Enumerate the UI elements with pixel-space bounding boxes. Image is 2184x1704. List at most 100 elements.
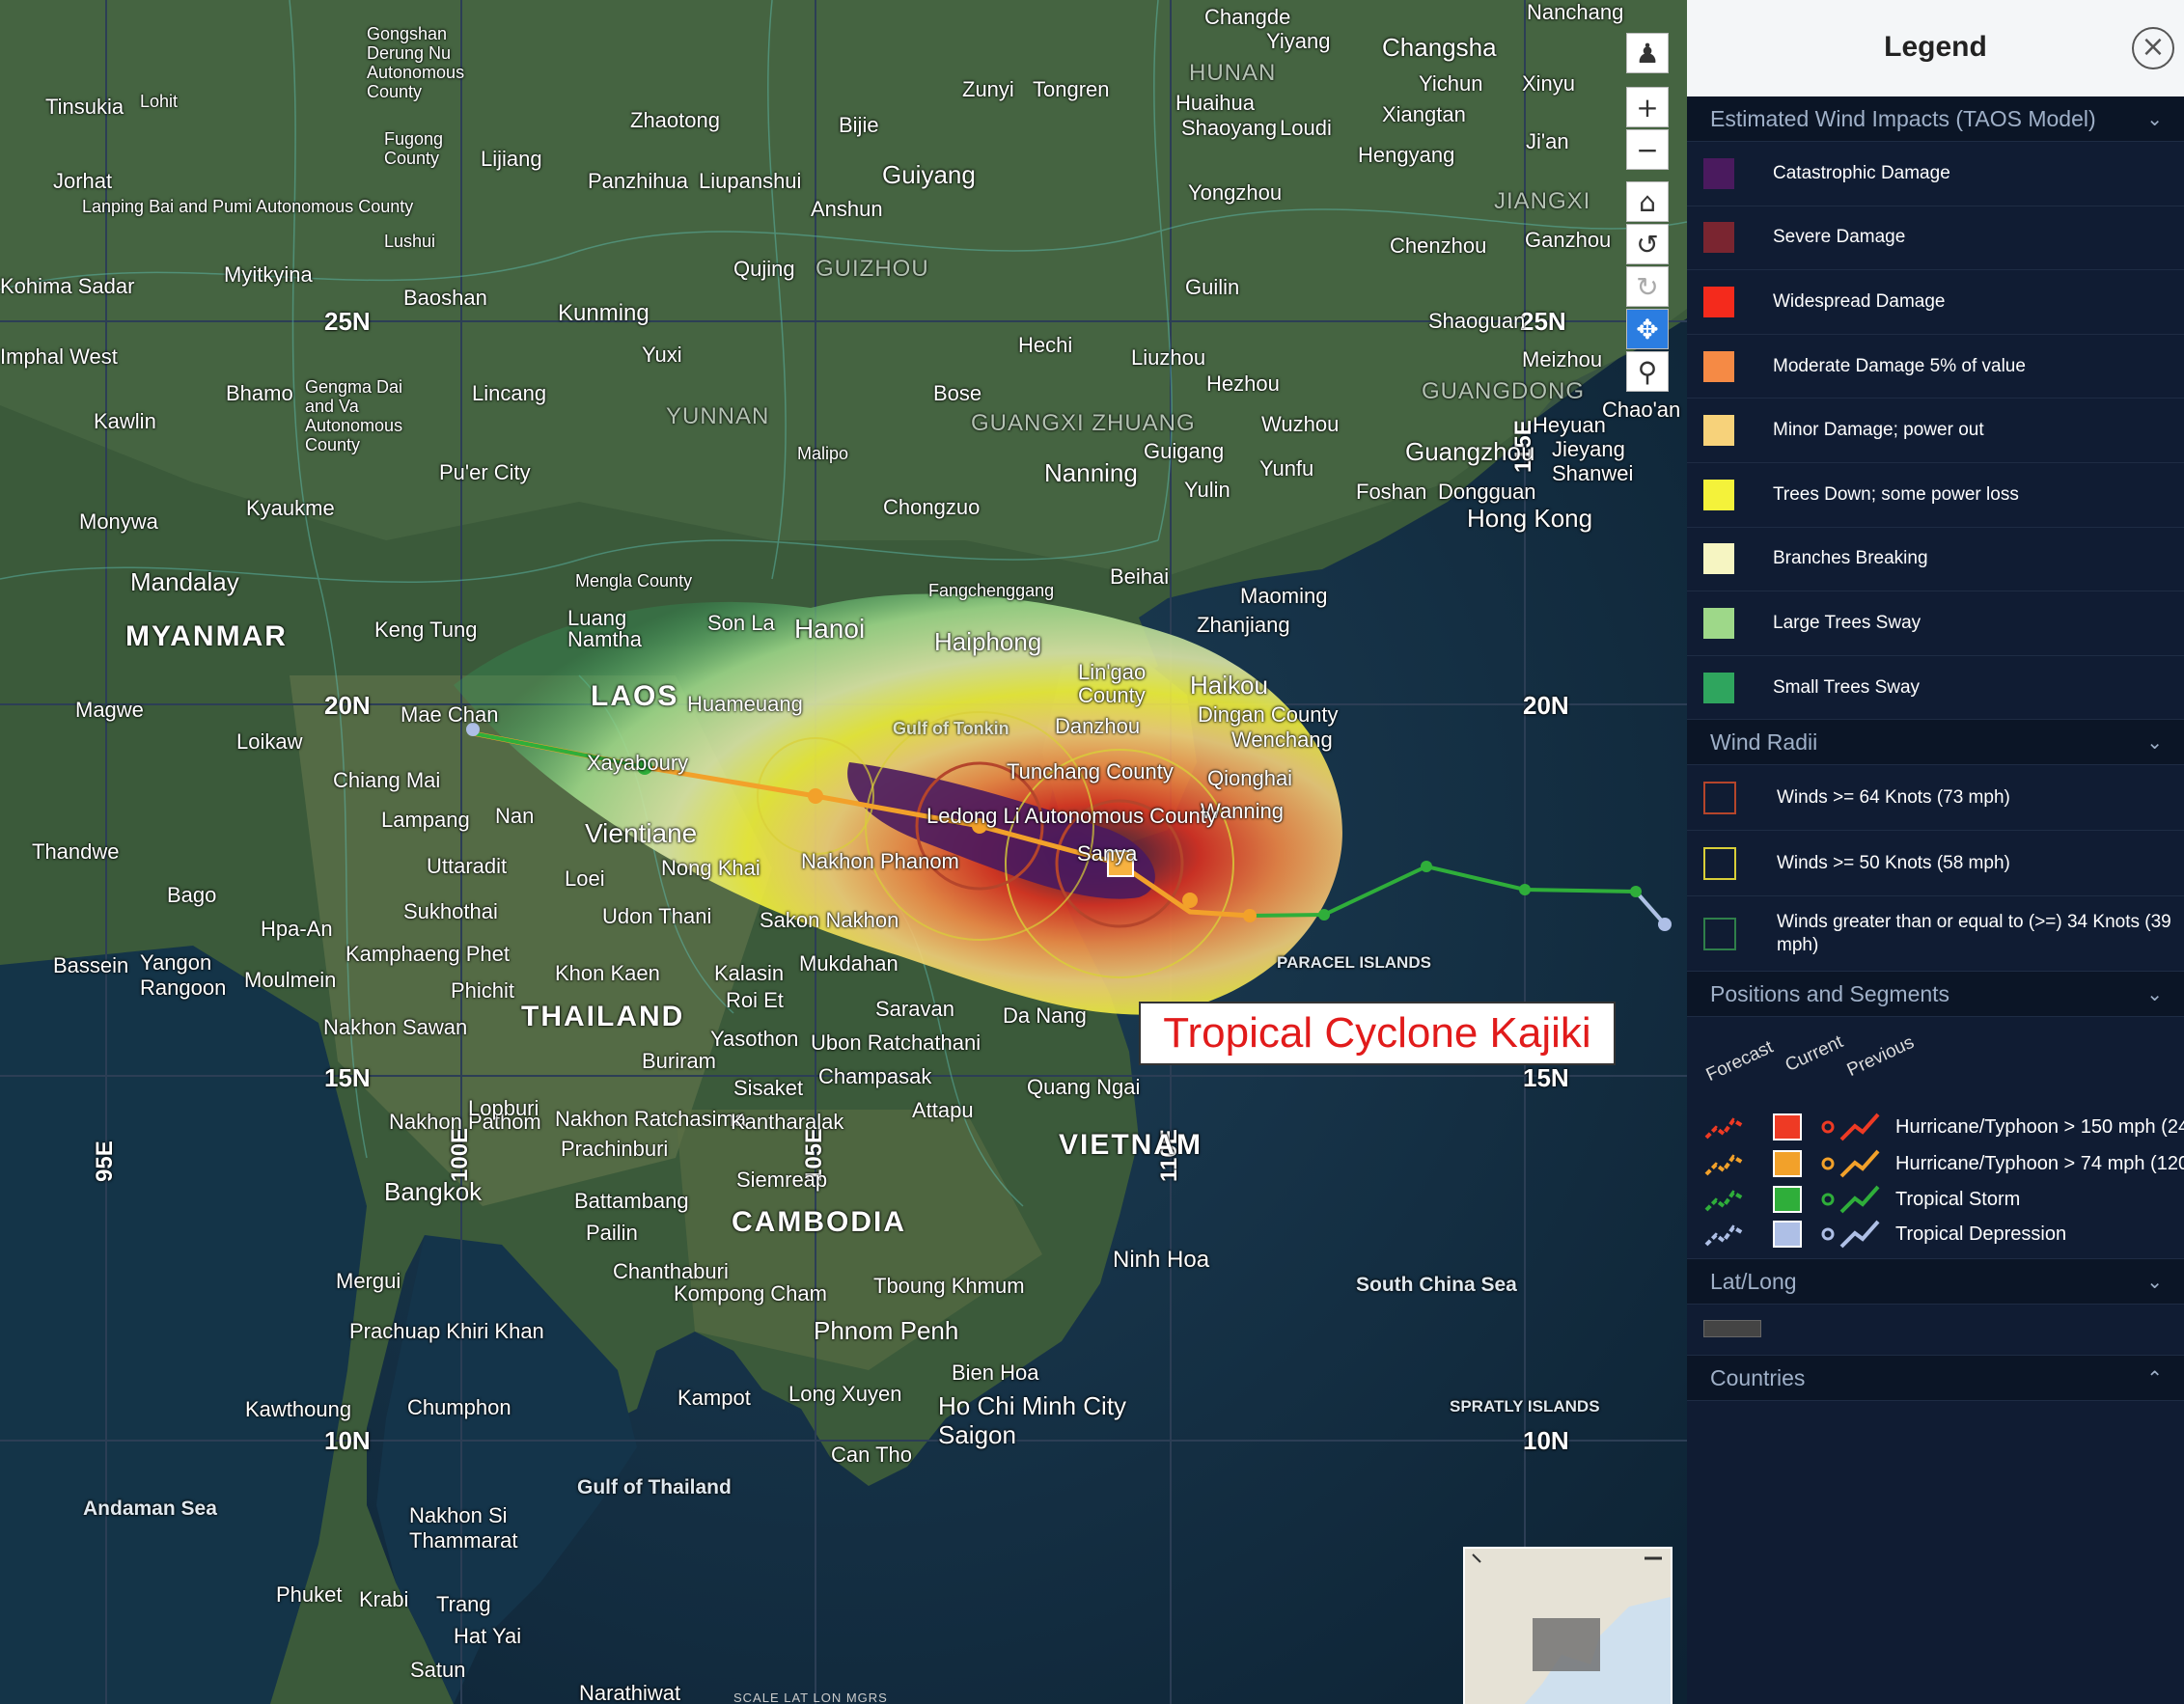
radius-swatch <box>1703 781 1736 814</box>
magnify-icon[interactable]: ⚲ <box>1626 351 1669 392</box>
city-label: Panzhihua <box>588 169 688 193</box>
city-label: Changde <box>1204 5 1291 29</box>
city-label: Nakhon Sawan <box>323 1015 468 1039</box>
pegman-icon[interactable]: ♟ <box>1626 33 1669 73</box>
city-label: Qionghai <box>1207 766 1293 790</box>
legend-item-label: Moderate Damage 5% of value <box>1773 355 2026 376</box>
section-countries[interactable]: Countries ⌃ <box>1687 1356 2184 1402</box>
rotate-left-icon[interactable]: ↺ <box>1626 224 1669 264</box>
city-label: Chiang Mai <box>333 768 441 792</box>
position-symbols <box>1704 1150 1880 1178</box>
city-label: Liupanshui <box>699 169 802 193</box>
city-label: Hpa-An <box>261 917 333 941</box>
previous-point-symbol <box>1821 1227 1835 1241</box>
map-view[interactable]: 25N 25N 20N 20N 15N 15N 10N 10N 95E 100E… <box>0 0 1687 1704</box>
home-icon[interactable]: ⌂ <box>1626 181 1669 222</box>
city-label: Bhamo <box>226 381 293 405</box>
grid-label-10n: 10N <box>324 1426 371 1455</box>
city-label: Shanwei <box>1552 461 1634 485</box>
city-label: Tinsukia <box>45 95 124 119</box>
chevron-down-icon: ⌄ <box>2146 1270 2163 1294</box>
section-positions[interactable]: Positions and Segments ⌄ <box>1687 972 2184 1018</box>
city-label: Jorhat <box>53 169 113 193</box>
city-label: Yichun <box>1419 71 1483 96</box>
city-label: Mae Chan <box>401 702 499 727</box>
city-label: Champasak <box>818 1064 932 1088</box>
sea-label: Gulf of Thailand <box>577 1476 732 1498</box>
legend-item: Minor Damage; power out <box>1687 399 2184 463</box>
previous-point-symbol <box>1821 1193 1835 1206</box>
city-label: Prachuap Khiri Khan <box>349 1319 544 1343</box>
forecast-symbol <box>1704 1224 1745 1247</box>
pan-icon[interactable]: ✥ <box>1626 309 1669 349</box>
city-label: Can Tho <box>831 1443 912 1467</box>
city-label: Vientiane <box>585 818 698 848</box>
city-label: Changsha <box>1382 33 1497 62</box>
city-label: Pailin <box>586 1221 638 1245</box>
city-label: Bago <box>167 883 217 907</box>
city-label: Jieyang <box>1552 437 1625 461</box>
color-swatch <box>1703 286 1734 317</box>
forecast-symbol <box>1704 1117 1745 1140</box>
chevron-down-icon: ⌄ <box>2146 107 2163 130</box>
city-label: Bangkok <box>384 1177 483 1206</box>
city-label: Nong Khai <box>661 856 760 880</box>
city-label: Fugong County <box>384 129 444 168</box>
section-latlong[interactable]: Lat/Long ⌄ <box>1687 1259 2184 1305</box>
city-label: Kompong Cham <box>674 1281 827 1305</box>
city-label: Thandwe <box>32 839 120 864</box>
city-label: Xayaboury <box>587 751 689 775</box>
city-label: Keng Tung <box>374 618 478 642</box>
column-header: Forecast <box>1702 1037 1777 1086</box>
city-label: Uttaradit <box>427 854 508 878</box>
previous-point-symbol <box>1821 1157 1835 1170</box>
city-label: Nanning <box>1044 458 1138 487</box>
close-icon[interactable]: × <box>2132 27 2174 69</box>
zoom-out-icon[interactable]: − <box>1626 129 1669 170</box>
city-label: Foshan <box>1356 480 1427 504</box>
city-label: Haiphong <box>934 627 1042 656</box>
city-label: Hezhou <box>1206 371 1280 396</box>
zoom-in-icon[interactable]: + <box>1626 87 1669 127</box>
city-label: Chao'an <box>1602 398 1681 422</box>
city-label: Phichit <box>451 978 515 1003</box>
overview-minimap[interactable] <box>1463 1547 1673 1704</box>
rotate-right-icon[interactable]: ↻ <box>1626 266 1669 307</box>
section-wind-radii[interactable]: Wind Radii ⌄ <box>1687 720 2184 766</box>
radius-swatch <box>1703 846 1736 880</box>
section-title: Wind Radii <box>1710 729 1818 756</box>
city-label: Phnom Penh <box>814 1316 959 1345</box>
city-label: Maoming <box>1240 584 1328 608</box>
grid-label-10n-east: 10N <box>1523 1426 1569 1455</box>
radius-swatch <box>1703 917 1736 950</box>
city-label: Danzhou <box>1055 714 1141 738</box>
city-label: Monywa <box>79 509 158 534</box>
city-label: Satun <box>410 1658 466 1682</box>
section-title: Positions and Segments <box>1710 981 1950 1007</box>
city-label: Kawlin <box>94 409 156 433</box>
color-swatch <box>1703 350 1734 382</box>
legend-title: Legend <box>1884 31 1987 63</box>
wind-radii-list: Winds >= 64 Knots (73 mph) Winds >= 50 Kn… <box>1687 765 2184 973</box>
city-label: Tboung Khmum <box>873 1274 1025 1298</box>
city-label: Yuxi <box>642 343 682 367</box>
city-label: Zhanjiang <box>1197 613 1290 637</box>
city-label: Kunming <box>558 300 650 326</box>
city-label: Nanchang <box>1527 0 1624 24</box>
legend-item: Widespread Damage <box>1687 270 2184 335</box>
province-label: HUNAN <box>1189 60 1277 86</box>
city-label: Kalasin <box>714 961 785 985</box>
previous-symbol <box>1839 1113 1880 1141</box>
city-label: Krabi <box>359 1587 409 1611</box>
position-label: Hurricane/Typhoon > 150 mph (24 <box>1895 1115 2184 1138</box>
legend-item: Severe Damage <box>1687 206 2184 271</box>
position-label: Hurricane/Typhoon > 74 mph (120 <box>1895 1152 2184 1174</box>
legend-item-label: Small Trees Sway <box>1773 676 1921 698</box>
city-label: Tongren <box>1033 77 1110 101</box>
city-label: Sanya <box>1077 841 1138 866</box>
city-label: Kamphaeng Phet <box>346 942 511 966</box>
city-label: Bassein <box>53 953 129 977</box>
current-symbol <box>1773 1186 1802 1214</box>
section-wind-impacts[interactable]: Estimated Wind Impacts (TAOS Model) ⌄ <box>1687 96 2184 142</box>
city-label: Mandalay <box>130 567 239 596</box>
